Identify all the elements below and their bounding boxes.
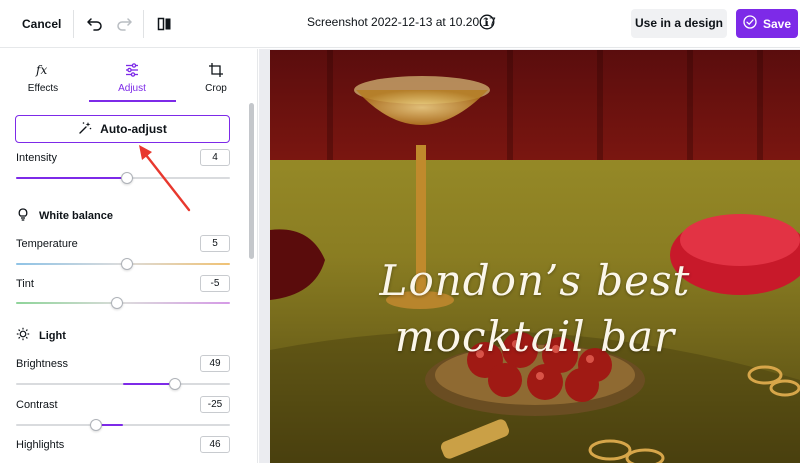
document-title: Screenshot 2022-12-13 at 10.20.17 (307, 15, 496, 29)
headline-line-1: London’s best (379, 256, 691, 305)
save-button[interactable]: Save (736, 9, 798, 38)
headline-line-2: mocktail bar (394, 312, 676, 361)
info-icon[interactable] (479, 14, 495, 30)
annotation-arrow (139, 145, 191, 212)
edited-photo[interactable]: London’s best mocktail bar (270, 50, 800, 463)
check-circle-icon (743, 15, 757, 32)
use-in-design-button[interactable]: Use in a design (631, 9, 727, 38)
save-label: Save (762, 16, 792, 31)
